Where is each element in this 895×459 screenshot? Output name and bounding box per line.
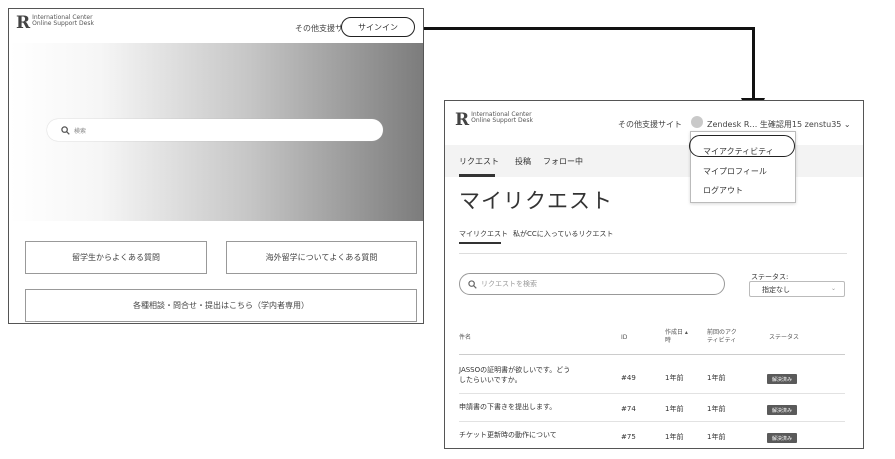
active-tab-underline — [459, 174, 495, 177]
request-created: 1年前 — [665, 433, 684, 441]
row-divider — [459, 421, 845, 422]
request-subject-link[interactable]: チケット更新時の動作について — [459, 430, 557, 440]
menu-item-my-profile[interactable]: マイプロフィール — [703, 166, 767, 177]
menu-item-logout[interactable]: ログアウト — [703, 185, 743, 196]
col-header-subject[interactable]: 件名 — [459, 334, 471, 342]
divider — [459, 253, 847, 254]
logo-text: International Center Online Support Desk — [32, 14, 94, 28]
user-menu-toggle[interactable]: Zendesk R… 生確認用15 zenstu35 ⌄ — [707, 119, 851, 130]
faq-abroad-button[interactable]: 海外留学についてよくある質問 — [226, 241, 417, 274]
other-sites-link[interactable]: その他支援サイト — [618, 119, 682, 130]
status-badge: 解決済み — [767, 374, 797, 384]
request-subject-link[interactable]: 申請書の下書きを提出します。 — [459, 402, 556, 412]
site-logo[interactable]: R International Center Online Support De… — [455, 110, 533, 130]
logo-mark: R — [455, 110, 470, 130]
request-created: 1年前 — [665, 405, 684, 413]
search-input[interactable]: 検索 — [47, 119, 383, 141]
active-subtab-underline — [459, 242, 501, 244]
subtab-my-requests[interactable]: マイリクエスト — [459, 229, 508, 239]
request-id: #75 — [621, 433, 636, 441]
signin-button[interactable]: サインイン — [341, 17, 415, 37]
logo-text: International Center Online Support Desk — [471, 111, 533, 125]
request-nav-bar: リクエスト 投稿 フォロー中 — [445, 145, 863, 177]
col-header-id[interactable]: ID — [621, 334, 627, 342]
connector-arrow-horizontal — [424, 27, 755, 30]
search-icon — [61, 125, 70, 135]
chevron-down-icon: ⌄ — [830, 285, 836, 292]
site-header: R International Center Online Support De… — [9, 9, 423, 43]
request-id: #74 — [621, 405, 636, 413]
status-filter-value: 指定なし — [762, 286, 790, 294]
col-header-created[interactable]: 作成日 ▴ 時 — [665, 329, 688, 345]
connector-arrow-vertical — [752, 27, 755, 100]
site-logo[interactable]: R International Center Online Support De… — [16, 13, 94, 33]
hero-banner: 検索 — [9, 43, 423, 221]
tab-posts[interactable]: 投稿 — [515, 156, 531, 167]
col-header-status[interactable]: ステータス — [769, 334, 799, 342]
faq-students-button[interactable]: 留学生からよくある質問 — [25, 241, 207, 274]
status-badge: 解決済み — [767, 405, 797, 415]
avatar[interactable] — [691, 116, 703, 128]
status-filter-select[interactable]: 指定なし ⌄ — [749, 281, 845, 297]
search-icon — [468, 279, 477, 289]
help-center-home-screenshot: R International Center Online Support De… — [8, 8, 424, 324]
request-id: #49 — [621, 374, 636, 382]
row-divider — [459, 393, 845, 394]
col-header-last-activity[interactable]: 前回のアク ティビティ — [707, 329, 737, 345]
my-requests-screenshot: R International Center Online Support De… — [444, 100, 864, 449]
request-last-activity: 1年前 — [707, 433, 726, 441]
highlight-ring — [689, 135, 795, 157]
tab-following[interactable]: フォロー中 — [543, 156, 583, 167]
search-placeholder: 検索 — [74, 127, 87, 135]
consult-button[interactable]: 各種相談・問合せ・提出はこちら（学内者専用） — [25, 289, 417, 322]
request-last-activity: 1年前 — [707, 374, 726, 382]
request-last-activity: 1年前 — [707, 405, 726, 413]
search-placeholder: リクエストを検索 — [481, 280, 537, 288]
tab-requests[interactable]: リクエスト — [459, 156, 499, 167]
logo-mark: R — [16, 13, 31, 33]
page-title: マイリクエスト — [459, 189, 613, 213]
subtab-cc-requests[interactable]: 私がCCに入っているリクエスト — [513, 229, 613, 239]
request-created: 1年前 — [665, 374, 684, 382]
request-subject-link[interactable]: JASSOの証明書が欲しいです。どう したらいいですか。 — [459, 365, 570, 385]
table-header-divider — [459, 354, 845, 355]
status-badge: 解決済み — [767, 433, 797, 443]
request-search-input[interactable]: リクエストを検索 — [459, 273, 725, 295]
